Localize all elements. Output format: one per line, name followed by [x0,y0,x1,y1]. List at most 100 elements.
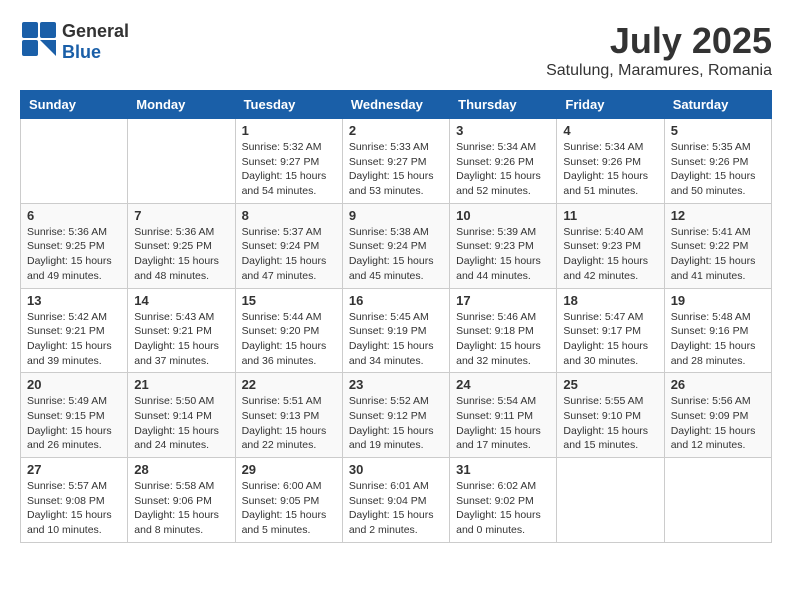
day-info: Sunrise: 5:45 AM Sunset: 9:19 PM Dayligh… [349,310,443,369]
day-info: Sunrise: 5:36 AM Sunset: 9:25 PM Dayligh… [134,225,228,284]
calendar-cell: 16 Sunrise: 5:45 AM Sunset: 9:19 PM Dayli… [342,288,449,373]
calendar-cell: 22 Sunrise: 5:51 AM Sunset: 9:13 PM Dayli… [235,373,342,458]
day-info: Sunrise: 5:41 AM Sunset: 9:22 PM Dayligh… [671,225,765,284]
day-number: 23 [349,377,443,392]
day-number: 28 [134,462,228,477]
day-info: Sunrise: 5:32 AM Sunset: 9:27 PM Dayligh… [242,140,336,199]
day-info: Sunrise: 5:51 AM Sunset: 9:13 PM Dayligh… [242,394,336,453]
calendar-cell: 4 Sunrise: 5:34 AM Sunset: 9:26 PM Daylig… [557,119,664,204]
day-number: 11 [563,208,657,223]
day-number: 4 [563,123,657,138]
calendar-cell: 31 Sunrise: 6:02 AM Sunset: 9:02 PM Dayli… [450,458,557,543]
day-info: Sunrise: 5:49 AM Sunset: 9:15 PM Dayligh… [27,394,121,453]
day-number: 30 [349,462,443,477]
day-info: Sunrise: 5:39 AM Sunset: 9:23 PM Dayligh… [456,225,550,284]
day-number: 21 [134,377,228,392]
day-number: 6 [27,208,121,223]
day-info: Sunrise: 6:00 AM Sunset: 9:05 PM Dayligh… [242,479,336,538]
day-number: 25 [563,377,657,392]
logo-general: General [62,21,129,41]
calendar-cell: 8 Sunrise: 5:37 AM Sunset: 9:24 PM Daylig… [235,203,342,288]
weekday-header-saturday: Saturday [664,91,771,119]
day-number: 19 [671,293,765,308]
day-info: Sunrise: 5:58 AM Sunset: 9:06 PM Dayligh… [134,479,228,538]
calendar-cell: 17Sunrise: 5:46 AM Sunset: 9:18 PM Dayli… [450,288,557,373]
day-info: Sunrise: 5:33 AM Sunset: 9:27 PM Dayligh… [349,140,443,199]
weekday-header-monday: Monday [128,91,235,119]
day-number: 3 [456,123,550,138]
day-info: Sunrise: 5:54 AM Sunset: 9:11 PM Dayligh… [456,394,550,453]
day-info: Sunrise: 5:40 AM Sunset: 9:23 PM Dayligh… [563,225,657,284]
day-number: 8 [242,208,336,223]
calendar-cell: 2 Sunrise: 5:33 AM Sunset: 9:27 PM Daylig… [342,119,449,204]
calendar-week-3: 13 Sunrise: 5:42 AM Sunset: 9:21 PM Dayli… [21,288,772,373]
day-number: 12 [671,208,765,223]
weekday-header-thursday: Thursday [450,91,557,119]
calendar-cell: 7 Sunrise: 5:36 AM Sunset: 9:25 PM Daylig… [128,203,235,288]
calendar-cell: 24 Sunrise: 5:54 AM Sunset: 9:11 PM Dayli… [450,373,557,458]
day-info: Sunrise: 5:52 AM Sunset: 9:12 PM Dayligh… [349,394,443,453]
logo: General Blue [20,20,129,63]
day-number: 22 [242,377,336,392]
day-number: 9 [349,208,443,223]
day-number: 16 [349,293,443,308]
calendar-cell: 11 Sunrise: 5:40 AM Sunset: 9:23 PM Dayli… [557,203,664,288]
day-info: Sunrise: 5:44 AM Sunset: 9:20 PM Dayligh… [242,310,336,369]
calendar-cell: 14 Sunrise: 5:43 AM Sunset: 9:21 PM Dayli… [128,288,235,373]
calendar-week-2: 6 Sunrise: 5:36 AM Sunset: 9:25 PM Daylig… [21,203,772,288]
day-number: 2 [349,123,443,138]
calendar-cell: 1 Sunrise: 5:32 AM Sunset: 9:27 PM Daylig… [235,119,342,204]
calendar-cell [21,119,128,204]
day-number: 1 [242,123,336,138]
calendar-cell [664,458,771,543]
day-info: Sunrise: 5:43 AM Sunset: 9:21 PM Dayligh… [134,310,228,369]
day-number: 26 [671,377,765,392]
day-number: 20 [27,377,121,392]
weekday-header-tuesday: Tuesday [235,91,342,119]
day-info: Sunrise: 5:34 AM Sunset: 9:26 PM Dayligh… [563,140,657,199]
calendar-cell: 21 Sunrise: 5:50 AM Sunset: 9:14 PM Dayli… [128,373,235,458]
day-number: 14 [134,293,228,308]
calendar-cell: 20 Sunrise: 5:49 AM Sunset: 9:15 PM Dayli… [21,373,128,458]
calendar-cell: 9Sunrise: 5:38 AM Sunset: 9:24 PM Daylig… [342,203,449,288]
calendar-cell: 26 Sunrise: 5:56 AM Sunset: 9:09 PM Dayli… [664,373,771,458]
day-number: 13 [27,293,121,308]
day-info: Sunrise: 6:02 AM Sunset: 9:02 PM Dayligh… [456,479,550,538]
month-year: July 2025 [546,20,772,62]
calendar-cell: 29 Sunrise: 6:00 AM Sunset: 9:05 PM Dayli… [235,458,342,543]
calendar-cell [128,119,235,204]
day-info: Sunrise: 5:42 AM Sunset: 9:21 PM Dayligh… [27,310,121,369]
calendar-cell: 18Sunrise: 5:47 AM Sunset: 9:17 PM Dayli… [557,288,664,373]
day-number: 7 [134,208,228,223]
day-number: 29 [242,462,336,477]
day-info: Sunrise: 5:56 AM Sunset: 9:09 PM Dayligh… [671,394,765,453]
day-info: Sunrise: 5:34 AM Sunset: 9:26 PM Dayligh… [456,140,550,199]
calendar-week-1: 1 Sunrise: 5:32 AM Sunset: 9:27 PM Daylig… [21,119,772,204]
calendar-cell: 27Sunrise: 5:57 AM Sunset: 9:08 PM Dayli… [21,458,128,543]
calendar-cell: 28 Sunrise: 5:58 AM Sunset: 9:06 PM Dayli… [128,458,235,543]
day-info: Sunrise: 5:36 AM Sunset: 9:25 PM Dayligh… [27,225,121,284]
calendar-cell: 19 Sunrise: 5:48 AM Sunset: 9:16 PM Dayli… [664,288,771,373]
weekday-header-row: SundayMondayTuesdayWednesdayThursdayFrid… [21,91,772,119]
weekday-header-wednesday: Wednesday [342,91,449,119]
weekday-header-sunday: Sunday [21,91,128,119]
day-number: 24 [456,377,550,392]
calendar-cell: 13 Sunrise: 5:42 AM Sunset: 9:21 PM Dayli… [21,288,128,373]
logo-blue: Blue [62,42,101,62]
day-number: 18 [563,293,657,308]
calendar-cell: 5Sunrise: 5:35 AM Sunset: 9:26 PM Daylig… [664,119,771,204]
day-info: Sunrise: 6:01 AM Sunset: 9:04 PM Dayligh… [349,479,443,538]
location: Satulung, Maramures, Romania [546,62,772,80]
logo-mark [20,20,58,63]
calendar-cell: 6 Sunrise: 5:36 AM Sunset: 9:25 PM Daylig… [21,203,128,288]
day-info: Sunrise: 5:55 AM Sunset: 9:10 PM Dayligh… [563,394,657,453]
day-info: Sunrise: 5:37 AM Sunset: 9:24 PM Dayligh… [242,225,336,284]
day-info: Sunrise: 5:48 AM Sunset: 9:16 PM Dayligh… [671,310,765,369]
day-number: 5 [671,123,765,138]
day-number: 17 [456,293,550,308]
calendar-week-5: 27Sunrise: 5:57 AM Sunset: 9:08 PM Dayli… [21,458,772,543]
day-info: Sunrise: 5:50 AM Sunset: 9:14 PM Dayligh… [134,394,228,453]
calendar-table: SundayMondayTuesdayWednesdayThursdayFrid… [20,90,772,543]
day-number: 31 [456,462,550,477]
weekday-header-friday: Friday [557,91,664,119]
